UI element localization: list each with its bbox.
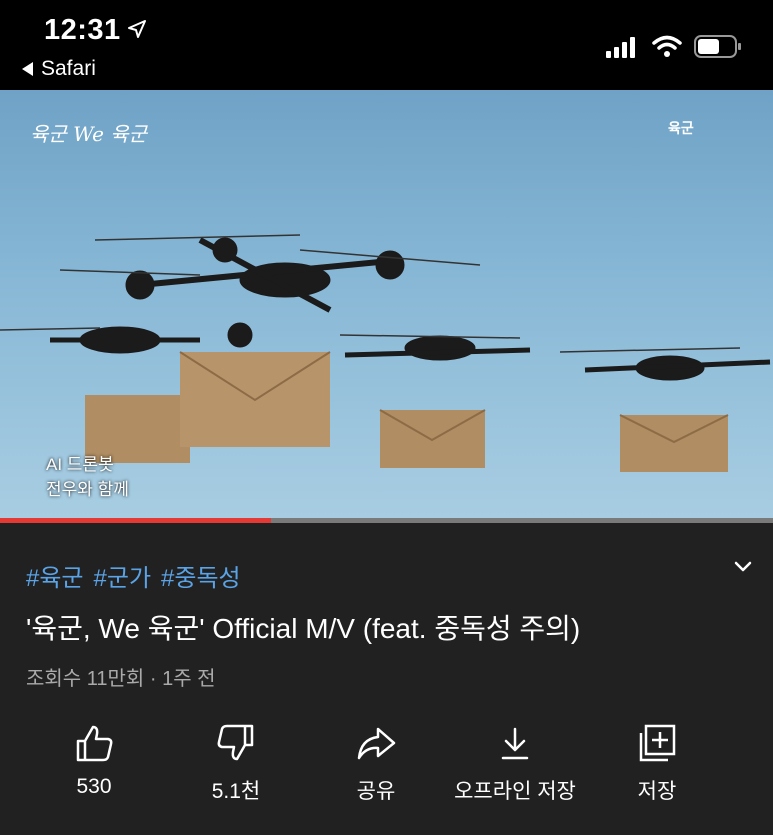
battery-icon: [694, 35, 741, 58]
video-progress-bar[interactable]: [0, 518, 773, 523]
like-count: 530: [76, 775, 112, 798]
dislike-count: 5.1천: [211, 780, 261, 803]
video-progress-fill: [0, 518, 271, 523]
video-caption: AI 드론봇 전우와 함께: [46, 452, 129, 502]
hashtag-link[interactable]: #중독성: [161, 558, 241, 593]
clock: 12:31: [44, 14, 121, 46]
wifi-icon: [652, 35, 682, 57]
channel-logo-right: 육군: [668, 120, 694, 136]
video-title[interactable]: '육군, We 육군' Official M/V (feat. 중독성 주의): [26, 607, 580, 647]
status-bar: 12:31 Safari: [0, 0, 773, 90]
back-app-label: Safari: [41, 57, 96, 80]
location-arrow-icon: [128, 20, 146, 38]
hashtag-link[interactable]: #군가: [94, 558, 152, 593]
save-button[interactable]: 저장: [567, 715, 747, 805]
add-to-playlist-icon: [639, 724, 676, 762]
chevron-down-icon[interactable]: [733, 560, 753, 574]
back-arrow-icon: [22, 62, 33, 76]
thumbs-down-icon: [217, 724, 254, 761]
share-icon: [357, 727, 396, 760]
drone-scene: [0, 234, 771, 472]
hashtag-link[interactable]: #육군: [26, 558, 84, 593]
share-label: 공유: [356, 780, 396, 803]
cellular-signal-icon: [606, 37, 635, 58]
download-label: 오프라인 저장: [454, 780, 576, 803]
action-bar: 530 5.1천 공유 오프라인 저장 저장: [0, 715, 773, 815]
caption-line: AI 드론봇: [46, 455, 114, 474]
channel-logo-left: 육군 We 육군: [30, 122, 148, 146]
caption-line: 전우와 함께: [46, 480, 129, 499]
video-meta: 조회수 11만회 · 1주 전: [26, 668, 216, 690]
thumbs-up-icon: [76, 725, 113, 762]
download-icon: [501, 727, 529, 760]
back-to-safari[interactable]: Safari: [22, 57, 96, 81]
save-label: 저장: [637, 780, 677, 803]
video-player[interactable]: 육군 We 육군 육군 AI 드론봇 전우와 함께: [0, 90, 773, 518]
hashtag-row: #육군 #군가 #중독성: [26, 558, 241, 593]
